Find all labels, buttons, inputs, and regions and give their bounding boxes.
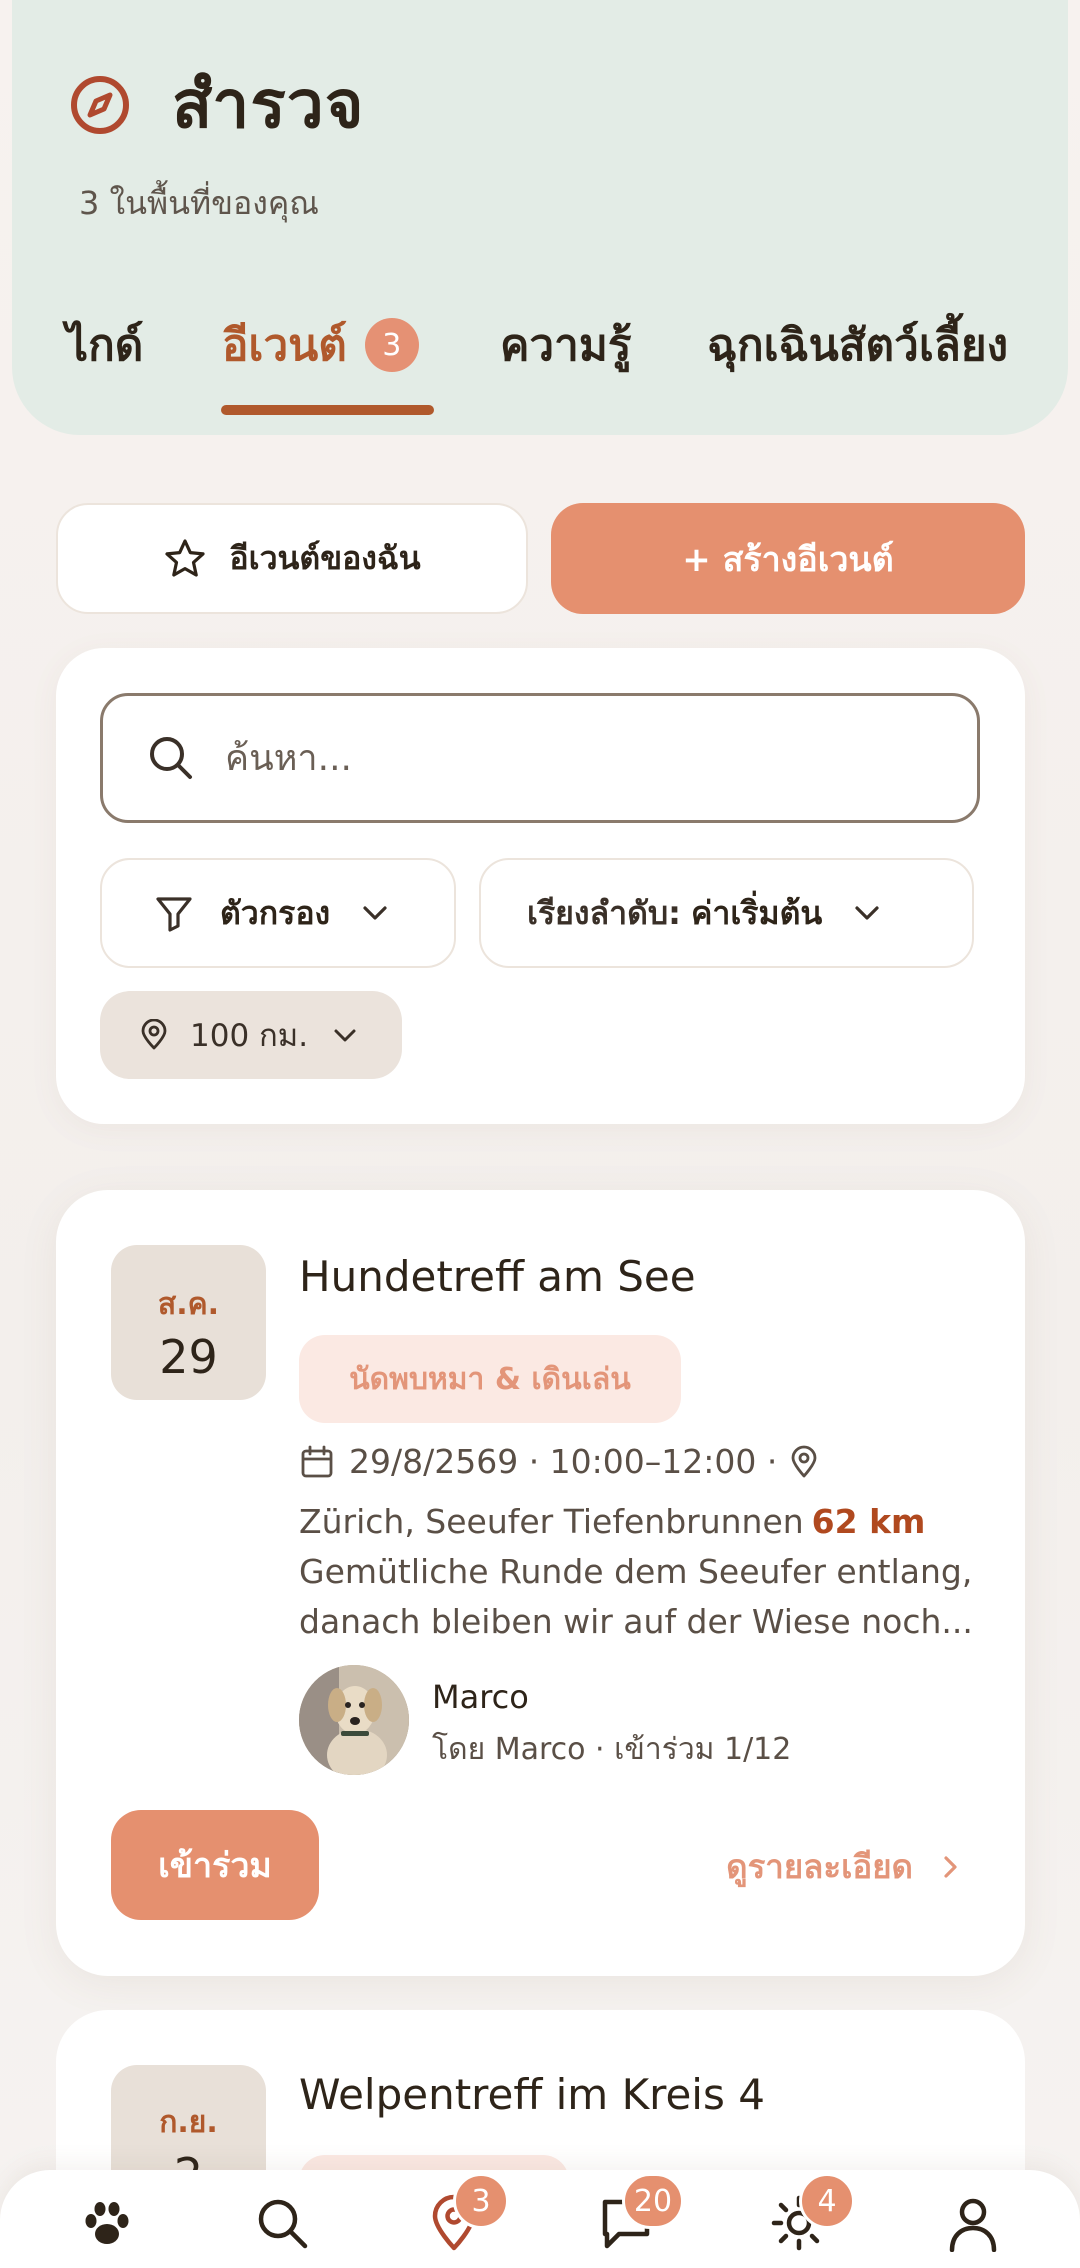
header: สำรวจ 3 ในพื้นที่ของคุณ ไกด์ อีเวนต์ 3 ค… (12, 0, 1068, 435)
search-box[interactable] (100, 693, 980, 823)
view-details-label: ดูรายละเอียด (726, 1847, 913, 1886)
create-event-button[interactable]: + สร้างอีเวนต์ (551, 503, 1025, 614)
sort-dropdown[interactable]: เรียงลำดับ: ค่าเริ่มต้น (479, 858, 974, 968)
join-button[interactable]: เข้าร่วม (111, 1810, 319, 1920)
nav-home[interactable] (78, 2194, 138, 2254)
filter-dropdown[interactable]: ตัวกรอง (100, 858, 456, 968)
event-day: 29 (159, 1330, 218, 1384)
calendar-icon (301, 1445, 333, 1477)
radius-dropdown[interactable]: 100 กม. (100, 991, 402, 1079)
event-date-box: ส.ค. 29 (111, 1245, 266, 1400)
my-events-button[interactable]: อีเวนต์ของฉัน (56, 503, 528, 614)
star-icon (165, 538, 206, 577)
tab-label: อีเวนต์ (222, 320, 347, 371)
page-title: สำรวจ (172, 66, 365, 143)
event-datetime: 29/8/2569 · 10:00–12:00 · (349, 1442, 778, 1481)
event-title: Hundetreff am See (299, 1252, 696, 1301)
tab-bar: ไกด์ อีเวนต์ 3 ความรู้ ฉุกเฉินสัตว์เลี้ย… (12, 305, 1068, 435)
event-datetime-row: 29/8/2569 · 10:00–12:00 · (299, 1442, 821, 1481)
tab-label: ฉุกเฉินสัตว์เลี้ยง (707, 320, 1009, 371)
event-title: Welpentreff im Kreis 4 (299, 2070, 765, 2119)
event-description: Gemütliche Runde dem Seeufer entlang, da… (299, 1547, 989, 1647)
active-tab-indicator (221, 405, 434, 415)
tab-events-badge: 3 (364, 318, 419, 372)
my-events-label: อีเวนต์ของฉัน (229, 539, 421, 577)
event-category-tag: นัดพบหมา & เดินเล่น (299, 1335, 681, 1423)
chevron-down-icon (334, 1029, 356, 1042)
weather-badge: 4 (799, 2173, 855, 2229)
event-distance: 62 km (811, 1502, 926, 1541)
tab-guide[interactable]: ไกด์ (66, 310, 143, 380)
view-details-link[interactable]: ดูรายละเอียด (726, 1840, 965, 1893)
search-input[interactable] (225, 737, 925, 779)
event-month: ก.ย. (159, 2105, 218, 2140)
filter-card: ตัวกรอง เรียงลำดับ: ค่าเริ่มต้น 100 กม. (56, 648, 1025, 1124)
radius-label: 100 กม. (190, 1018, 309, 1054)
filter-icon (156, 897, 192, 932)
host-name: Marco (432, 1678, 529, 1716)
tab-label: ความรู้ (500, 320, 632, 371)
tab-events[interactable]: อีเวนต์ 3 (222, 310, 419, 380)
create-event-label: + สร้างอีเวนต์ (682, 539, 894, 580)
page-subtitle: 3 ในพื้นที่ของคุณ (79, 184, 319, 222)
event-location: Zürich, Seeufer Tiefenbrunnen (299, 1502, 804, 1541)
compass-icon (71, 75, 129, 134)
host-avatar (299, 1665, 409, 1775)
sort-label: เรียงลำดับ: (527, 893, 681, 932)
search-icon (258, 2199, 308, 2249)
paw-icon (85, 2202, 129, 2244)
chevron-right-icon (944, 1855, 957, 1878)
join-label: เข้าร่วม (158, 1846, 272, 1886)
chevron-down-icon (855, 906, 879, 920)
explore-page: สำรวจ 3 ในพื้นที่ของคุณ ไกด์ อีเวนต์ 3 ค… (0, 0, 1080, 2268)
event-description-line: danach bleiben wir auf der Wiese noch... (299, 1602, 973, 1641)
nav-search[interactable] (253, 2194, 313, 2254)
event-description-line: Gemütliche Runde dem Seeufer entlang, (299, 1552, 973, 1591)
event-month: ส.ค. (157, 1287, 220, 1322)
bottom-nav (0, 2170, 1080, 2268)
chevron-down-icon (363, 906, 387, 920)
event-card[interactable]: ส.ค. 29 Hundetreff am See นัดพบหมา & เดิ… (56, 1190, 1025, 1976)
tab-knowledge[interactable]: ความรู้ (500, 310, 631, 380)
event-location-row: Zürich, Seeufer Tiefenbrunnen 62 km (299, 1502, 925, 1541)
location-pin-icon (141, 1019, 167, 1050)
filter-label: ตัวกรอง (220, 893, 331, 932)
profile-icon (949, 2198, 997, 2253)
search-icon (150, 737, 192, 779)
host-meta: โดย Marco · เข้าร่วม 1/12 (432, 1732, 792, 1767)
map-badge: 3 (453, 2173, 509, 2229)
location-pin-icon (791, 1445, 817, 1477)
chat-badge: 20 (622, 2173, 684, 2229)
tab-label: ไกด์ (66, 320, 144, 371)
sort-value: ค่าเริ่มต้น (690, 893, 823, 932)
title-row: สำรวจ (68, 52, 365, 157)
nav-profile[interactable] (944, 2194, 1004, 2254)
dog-photo (299, 1665, 409, 1775)
tab-pet-emergency[interactable]: ฉุกเฉินสัตว์เลี้ยง (707, 310, 1008, 380)
